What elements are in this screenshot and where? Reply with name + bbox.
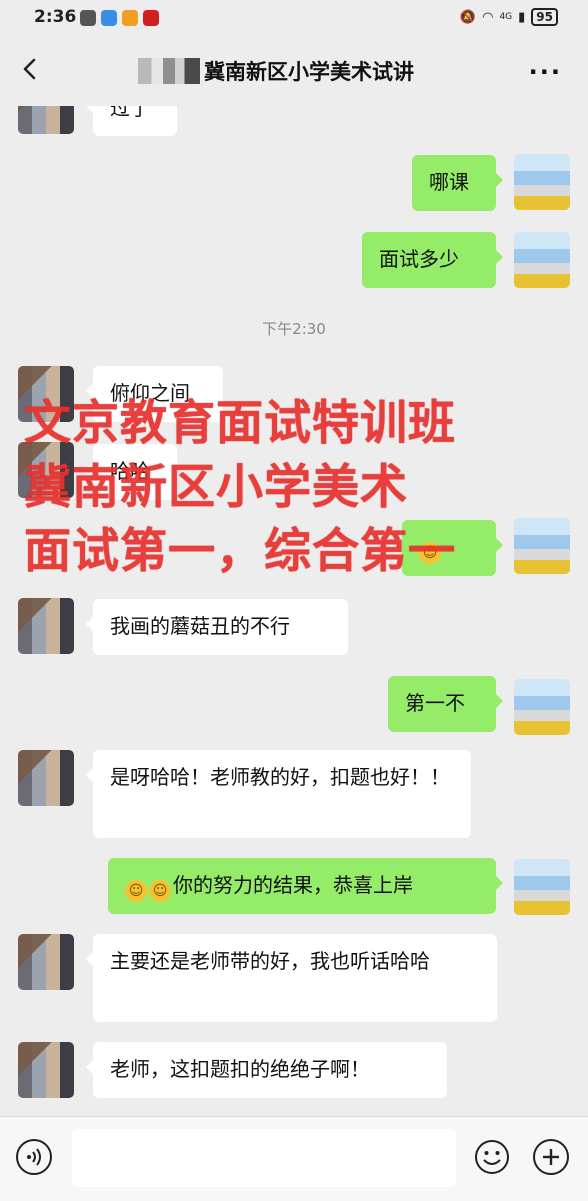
- status-bar: 2:36 🔕 ◠ 4G ▮ 95: [0, 0, 588, 36]
- battery-icon: 95: [531, 8, 558, 26]
- promo-watermark: 文京教育面试特训班 冀南新区小学美术 面试第一，综合第一: [24, 392, 456, 584]
- censored-name-blur: [138, 58, 200, 84]
- signal-icon: ▮: [518, 9, 526, 25]
- plus-glyph-icon: [543, 1149, 559, 1165]
- chat-title: 冀南新区小学美术试讲: [204, 60, 414, 84]
- voice-waves-icon: [27, 1148, 41, 1166]
- mail-app-icon: [122, 10, 138, 26]
- sent-message-text: 你的努力的结果，恭喜上岸: [173, 873, 413, 897]
- contact-avatar[interactable]: [18, 934, 74, 990]
- received-message[interactable]: 我画的蘑菇丑的不行: [86, 599, 348, 655]
- received-message[interactable]: 老师，这扣题扣的绝绝子啊！: [86, 1042, 447, 1098]
- status-icons: 🔕 ◠ 4G ▮ 95: [460, 8, 558, 26]
- watermark-line: 面试第一，综合第一: [24, 524, 456, 579]
- received-message[interactable]: 是呀哈哈！老师教的好，扣题也好！！: [86, 750, 471, 838]
- message-input[interactable]: [72, 1129, 456, 1187]
- contact-avatar[interactable]: [18, 598, 74, 654]
- more-icon[interactable]: ···: [529, 58, 562, 86]
- emoji-icon: ☺: [125, 880, 147, 902]
- network-label: 4G: [499, 12, 513, 22]
- my-avatar[interactable]: [514, 232, 570, 288]
- emoji-icon[interactable]: [474, 1139, 510, 1175]
- sent-message[interactable]: 面试多少: [362, 232, 503, 288]
- sent-message[interactable]: 第一不: [388, 676, 503, 732]
- watermark-line: 文京教育面试特训班: [24, 396, 456, 451]
- my-avatar[interactable]: [514, 679, 570, 735]
- received-message[interactable]: 主要还是老师带的好，我也听话哈哈: [86, 934, 497, 1022]
- chat-area[interactable]: 过了 哪课 面试多少 下午2:30 俯仰之间 哈哈 ☺ 我画的蘑菇丑的不行 第一…: [0, 106, 588, 1116]
- chat-header: 冀南新区小学美术试讲 ···: [0, 36, 588, 106]
- contact-avatar[interactable]: [18, 1042, 74, 1098]
- mute-icon: 🔕: [459, 9, 477, 25]
- back-arrow-icon[interactable]: [16, 54, 46, 84]
- input-bar: [0, 1116, 588, 1201]
- sent-message[interactable]: 哪课: [412, 155, 503, 211]
- sent-message[interactable]: ☺ ☺ 你的努力的结果，恭喜上岸: [108, 858, 503, 914]
- watermark-line: 冀南新区小学美术: [24, 460, 408, 515]
- news-app-icon: [143, 10, 159, 26]
- wifi-icon: ◠: [482, 9, 494, 25]
- app-notification-icon: [80, 10, 96, 26]
- contact-avatar[interactable]: [18, 750, 74, 806]
- emoji-icon: ☺: [149, 880, 171, 902]
- status-time: 2:36: [34, 7, 77, 27]
- my-avatar[interactable]: [514, 518, 570, 574]
- voice-icon[interactable]: [16, 1139, 52, 1175]
- plus-icon[interactable]: [533, 1139, 569, 1175]
- message-timestamp: 下午2:30: [262, 320, 326, 338]
- received-message[interactable]: 过了: [86, 106, 177, 136]
- search-app-icon: [101, 10, 117, 26]
- my-avatar[interactable]: [514, 154, 570, 210]
- my-avatar[interactable]: [514, 859, 570, 915]
- contact-avatar[interactable]: [18, 106, 74, 134]
- chat-title-wrap: 冀南新区小学美术试讲: [138, 56, 414, 86]
